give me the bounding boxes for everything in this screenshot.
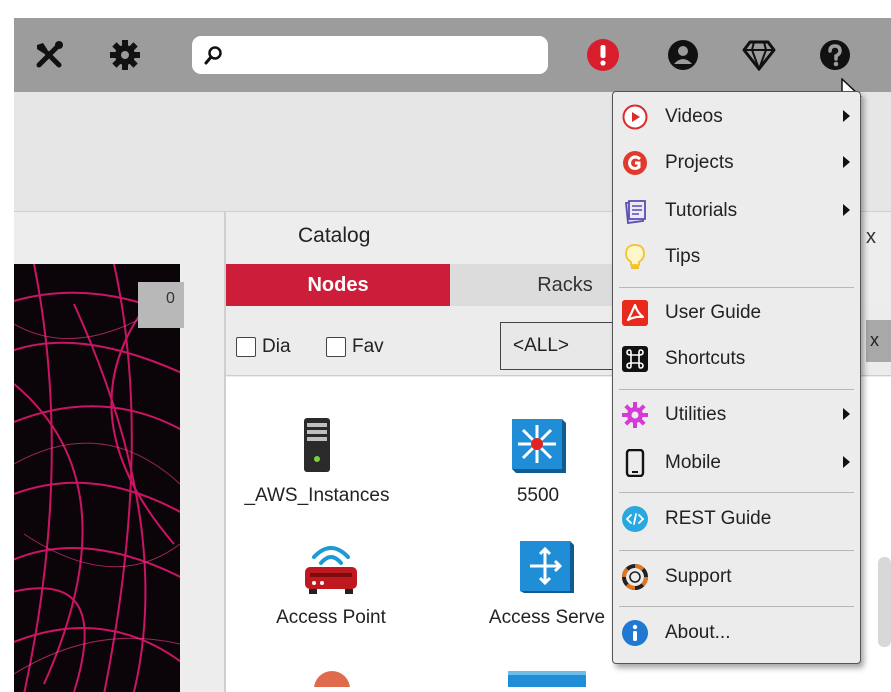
play-icon: [621, 103, 649, 131]
node-access-server[interactable]: Access Serve: [472, 537, 622, 629]
switch-icon: [508, 671, 586, 692]
menu-item-user-guide[interactable]: User Guide: [613, 290, 860, 336]
node-access-point[interactable]: Access Point: [256, 537, 406, 629]
projects-icon: [621, 149, 649, 177]
menu-separator: [619, 287, 854, 288]
node-5500[interactable]: 5500: [488, 417, 588, 507]
menu-item-utilities[interactable]: Utilities: [613, 392, 860, 438]
node-label: _AWS_Instances: [244, 485, 390, 506]
info-icon: [621, 619, 649, 647]
mobile-icon: [621, 449, 649, 477]
alert-icon[interactable]: [586, 38, 620, 72]
menu-item-mobile[interactable]: Mobile: [613, 440, 860, 486]
menu-item-tips[interactable]: Tips: [613, 234, 860, 280]
menu-item-projects[interactable]: Projects: [613, 140, 860, 186]
search-box[interactable]: [192, 36, 548, 74]
dia-checkbox[interactable]: Dia: [236, 336, 291, 358]
access-server-icon: [518, 541, 576, 600]
search-icon: [204, 45, 224, 70]
switch-icon: [510, 419, 566, 478]
lightbulb-icon: [621, 243, 649, 271]
tools-icon[interactable]: [32, 38, 66, 72]
fav-checkbox-box[interactable]: [326, 337, 346, 357]
submenu-arrow-icon: [843, 456, 850, 468]
node-label: Access Point: [276, 607, 386, 628]
canvas-background: [14, 264, 180, 692]
menu-separator: [619, 550, 854, 551]
menu-item-tutorials[interactable]: Tutorials: [613, 188, 860, 234]
fav-label: Fav: [352, 336, 384, 357]
submenu-arrow-icon: [843, 156, 850, 168]
server-icon: [303, 418, 331, 478]
menu-item-support[interactable]: Support: [613, 554, 860, 600]
filter-clear-button[interactable]: x: [866, 320, 891, 362]
menu-item-shortcuts[interactable]: Shortcuts: [613, 336, 860, 382]
node-label: Access Serve: [488, 607, 606, 628]
scrollbar[interactable]: [878, 557, 891, 647]
submenu-arrow-icon: [843, 204, 850, 216]
globe-icon: [312, 671, 352, 692]
menu-item-rest-guide[interactable]: REST Guide: [613, 496, 860, 542]
count-badge: 0: [138, 282, 184, 328]
pdf-icon: [621, 299, 649, 327]
gear-icon[interactable]: [108, 38, 142, 72]
menu-separator: [619, 389, 854, 390]
dia-checkbox-box[interactable]: [236, 337, 256, 357]
menu-item-about[interactable]: About...: [613, 610, 860, 656]
search-input[interactable]: [232, 42, 532, 68]
catalog-close-button[interactable]: x: [866, 226, 876, 249]
tutorials-icon: [621, 197, 649, 225]
wireless-router-icon: [300, 546, 362, 600]
menu-separator: [619, 606, 854, 607]
node-aws-instances[interactable]: _AWS_Instances: [242, 417, 392, 507]
diamond-icon[interactable]: [742, 38, 776, 72]
lifebuoy-icon: [621, 563, 649, 591]
menu-separator: [619, 492, 854, 493]
top-toolbar: [14, 18, 891, 92]
topology-canvas[interactable]: 0: [14, 212, 224, 692]
node-label: 5500: [516, 485, 560, 506]
help-menu: Videos Projects Tutorials Tips User Guid…: [612, 91, 861, 664]
catalog-title: Catalog: [298, 224, 371, 247]
node-partial[interactable]: [312, 667, 352, 692]
node-partial-switch[interactable]: [508, 667, 586, 692]
fav-checkbox[interactable]: Fav: [326, 336, 384, 358]
submenu-arrow-icon: [843, 110, 850, 122]
help-icon[interactable]: [818, 38, 852, 72]
tab-nodes[interactable]: Nodes: [226, 264, 450, 306]
dia-label: Dia: [262, 336, 291, 357]
command-key-icon: [621, 345, 649, 373]
user-icon[interactable]: [666, 38, 700, 72]
menu-item-videos[interactable]: Videos: [613, 94, 860, 140]
utilities-icon: [621, 401, 649, 429]
code-icon: [621, 505, 649, 533]
submenu-arrow-icon: [843, 408, 850, 420]
